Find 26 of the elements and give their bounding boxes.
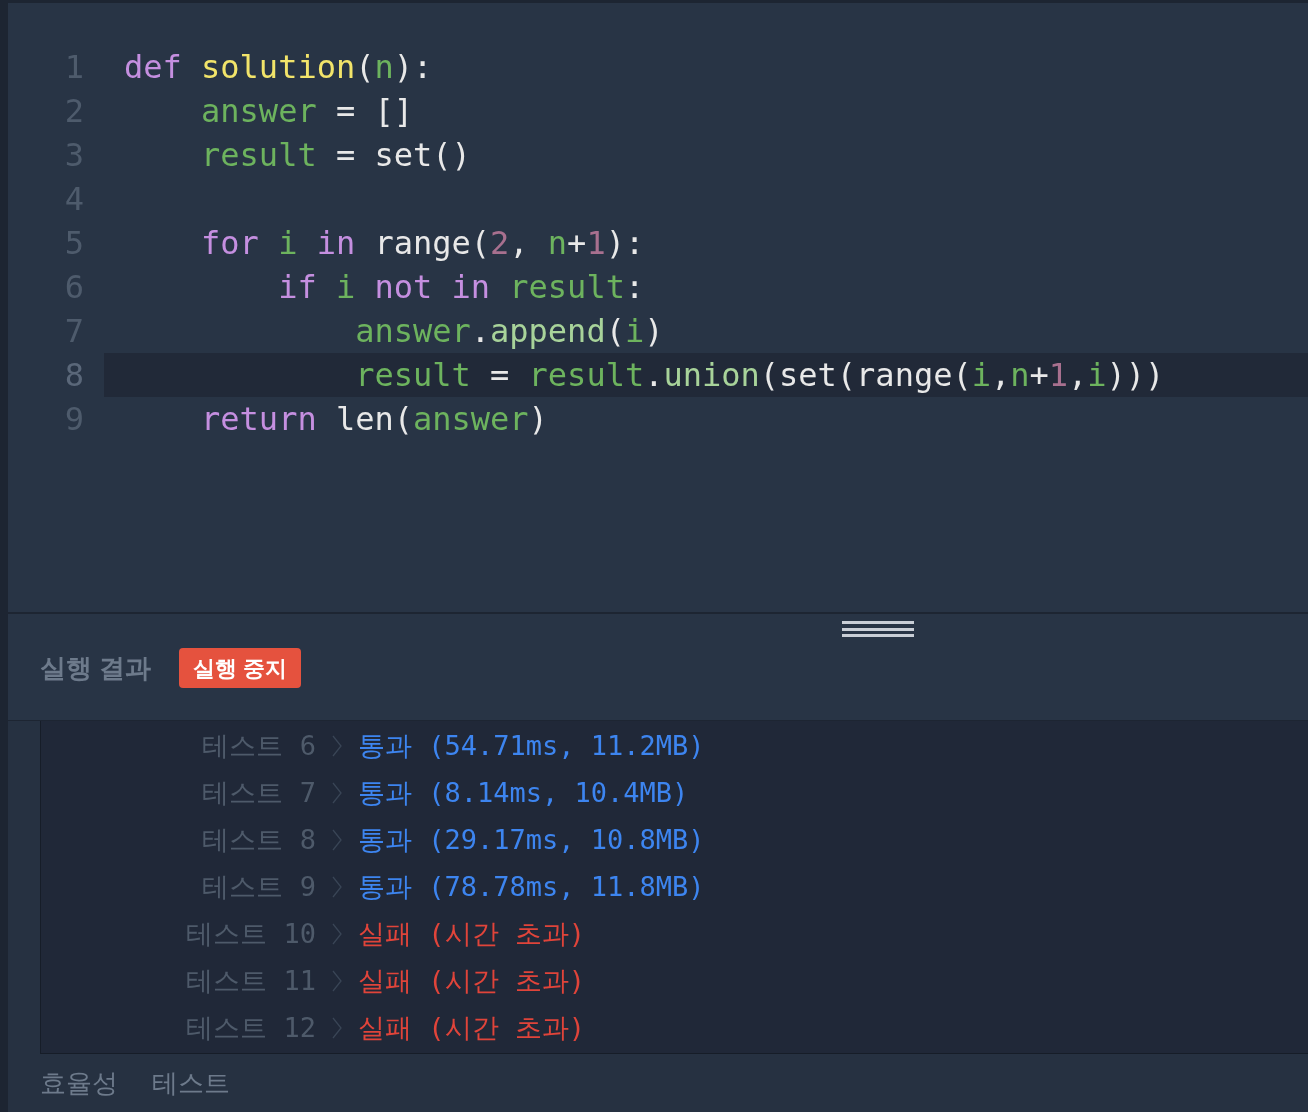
panel-title: 실행 결과 [40, 651, 152, 685]
code-line: answer.append(i) [354, 311, 665, 352]
code-line: for i in range(2, n+1): [200, 223, 646, 264]
section-heading: 테스트 [152, 1066, 230, 1100]
chevron-icon [332, 970, 342, 992]
test-result: 통과 (78.78ms, 11.8MB) [358, 869, 705, 904]
chevron-icon [332, 876, 342, 898]
section-heading: 효율성 [40, 1066, 118, 1100]
test-result: 실패 (시간 초과) [358, 1010, 586, 1045]
code-line: return len(answer) [200, 399, 549, 440]
code-line: def solution(n): [123, 47, 434, 88]
test-result: 실패 (시간 초과) [358, 916, 586, 951]
resize-handle[interactable] [842, 620, 914, 638]
test-result: 실패 (시간 초과) [358, 963, 586, 998]
chevron-icon [332, 1017, 342, 1039]
chevron-icon [332, 829, 342, 851]
chevron-icon [332, 782, 342, 804]
code-line: result = set() [200, 135, 472, 176]
chevron-icon [332, 923, 342, 945]
test-result: 통과 (8.14ms, 10.4MB) [358, 775, 689, 810]
stop-button[interactable]: 실행 중지 [179, 648, 302, 688]
test-result: 통과 (54.71ms, 11.2MB) [358, 728, 705, 763]
test-result: 통과 (29.17ms, 10.8MB) [358, 822, 705, 857]
chevron-icon [332, 735, 342, 757]
code-line: if i not in result: [277, 267, 646, 308]
code-line: answer = [] [200, 91, 414, 132]
